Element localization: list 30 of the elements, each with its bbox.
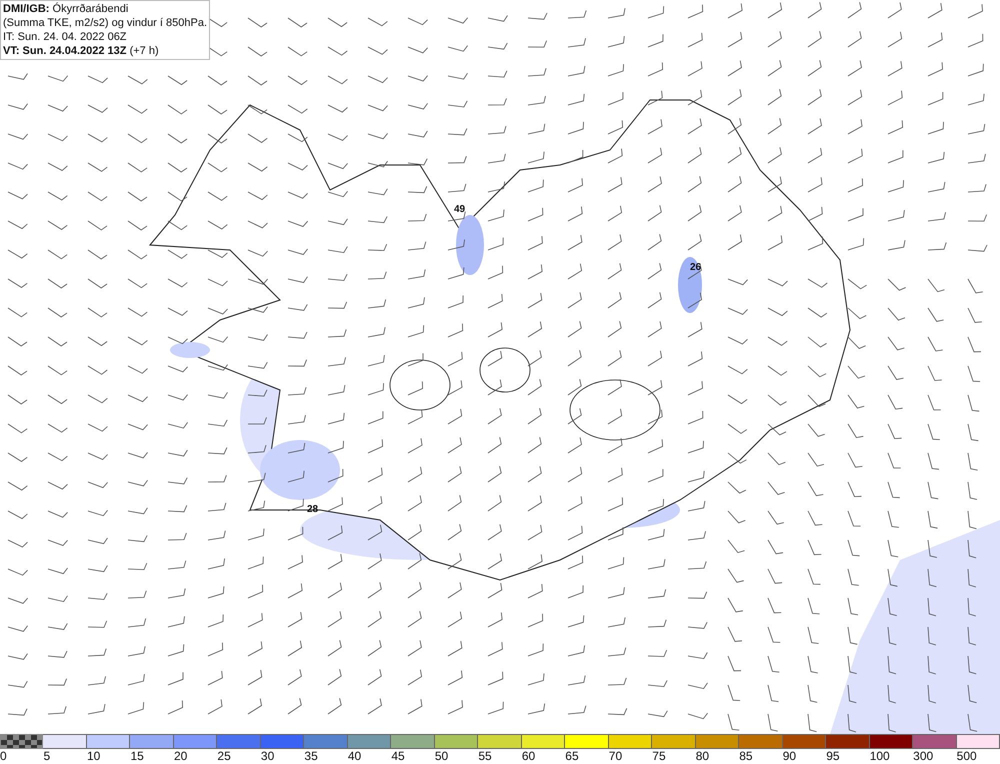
legend-label: 60 [522,749,536,764]
legend-label: 45 [391,749,405,764]
legend-label: 300 [913,749,934,764]
legend-label: 40 [348,749,362,764]
legend-label: 95 [826,749,840,764]
legend-label: 80 [696,749,710,764]
legend-label: 500 [956,749,977,764]
legend-label: 25 [217,749,231,764]
map-value-label: 26 [690,263,702,273]
legend-label: 0 [0,749,7,764]
legend-label: 55 [478,749,492,764]
info-text: VT: Sun. 24.04.2022 13Z (+7 h) [3,44,160,58]
legend-label: 70 [608,749,622,764]
legend-label: 35 [304,749,318,764]
legend-label: 50 [434,749,448,764]
info-text: IT: Sun. 24. 04. 2022 06Z [3,30,128,44]
info-text: (Summa TKE, m2/s2) og vindur í 850hPa. [3,16,207,30]
legend-label: 100 [870,749,890,764]
legend-swatch [0,734,44,749]
map-value-label: 49 [454,205,466,215]
legend-label: 85 [739,749,753,764]
legend-label: 90 [782,749,796,764]
legend-label: 65 [565,749,579,764]
info-text: DMI/IGB: Ókyrrðarábendi [3,2,130,16]
legend-label: 5 [43,749,50,764]
legend-label: 15 [130,749,144,764]
legend-label: 20 [174,749,188,764]
legend-label: 10 [86,749,100,764]
legend-label: 75 [652,749,666,764]
legend-label: 30 [260,749,274,764]
